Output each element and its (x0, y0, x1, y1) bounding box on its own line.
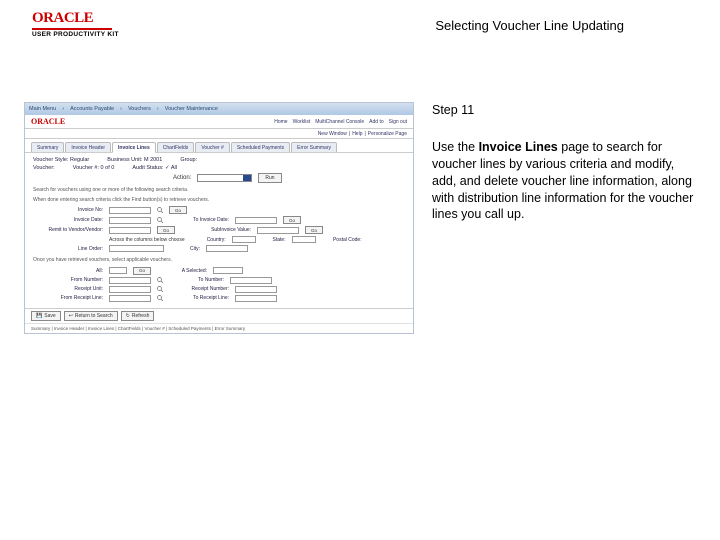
lookup-icon (157, 207, 163, 213)
mini-header-row2: Voucher: Voucher #: 0 of 0 Audit Status:… (33, 165, 405, 171)
mini-form-row: Line Order: City: (33, 245, 405, 252)
lookup-icon (157, 277, 163, 283)
lookup-icon (157, 217, 163, 223)
instruction-text: Use the Invoice Lines page to search for… (432, 139, 696, 223)
page-title: Selecting Voucher Line Updating (435, 18, 624, 33)
mini-tab-active: Invoice Lines (112, 142, 156, 153)
save-icon: 💾 (36, 313, 42, 319)
mini-footer-links: Summary | Invoice Header | Invoice Lines… (25, 323, 413, 333)
mini-run-button: Run (258, 173, 281, 183)
logo-divider (32, 28, 112, 30)
mini-bottom-buttons: 💾 Save ↩ Return to Search ↻ Refresh (25, 308, 413, 323)
oracle-logo-text: ORACLE (32, 10, 119, 27)
lookup-icon (157, 286, 163, 292)
mini-tab: Error Summary (291, 142, 337, 152)
return-icon: ↩ (69, 313, 73, 319)
mini-tab: Voucher # (195, 142, 230, 152)
mini-oracle-logo: ORACLE (31, 117, 65, 126)
mini-form-row: From Number: To Number: (33, 277, 405, 284)
upk-subtitle: USER PRODUCTIVITY KIT (32, 31, 119, 38)
mini-instruction: When done entering search criteria click… (33, 197, 405, 204)
mini-save-button: 💾 Save (31, 311, 61, 321)
mini-top-links: Home Worklist MultiChannel Console Add t… (274, 119, 407, 125)
mini-tabs: Summary Invoice Header Invoice Lines Cha… (25, 139, 413, 153)
mini-form-row: From Receipt Line: To Receipt Line: (33, 295, 405, 302)
mini-form-row: Receipt Unit: Receipt Number: (33, 286, 405, 293)
mini-action-dropdown (197, 174, 252, 182)
mini-tab: Invoice Header (65, 142, 111, 152)
mini-form-row: Invoice Date: To Invoice Date: Go (33, 216, 405, 224)
mini-return-button: ↩ Return to Search (64, 311, 118, 321)
mini-tab: Scheduled Payments (231, 142, 290, 152)
mini-instruction: Once you have retrieved vouchers, select… (33, 257, 405, 264)
lookup-icon (157, 295, 163, 301)
mini-subbar: New Window | Help | Personalize Page (25, 129, 413, 139)
screenshot-thumbnail: Main Menu › Accounts Payable › Vouchers … (24, 102, 414, 334)
mini-refresh-button: ↻ Refresh (121, 311, 155, 321)
oracle-upk-logo: ORACLE USER PRODUCTIVITY KIT (32, 10, 119, 38)
mini-breadcrumb: Main Menu › Accounts Payable › Vouchers … (25, 103, 413, 115)
mini-tab: ChartFields (157, 142, 195, 152)
mini-instruction: Search for vouchers using one or more of… (33, 187, 405, 194)
mini-tab: Summary (31, 142, 64, 152)
step-label: Step 11 (432, 102, 696, 119)
mini-form-row: All: Go A Selected: (33, 267, 405, 275)
mini-form-row: Across the columns below choose Country:… (33, 236, 405, 243)
mini-form-row: Remit to Vendor/Vendor: Go SubInvoice Va… (33, 226, 405, 234)
mini-form-row: Invoice No: Go (33, 206, 405, 214)
refresh-icon: ↻ (126, 313, 130, 319)
mini-header-row: Voucher Style: Regular Business Unit: M … (33, 157, 405, 163)
mini-action-row: Action: Run (173, 173, 405, 183)
